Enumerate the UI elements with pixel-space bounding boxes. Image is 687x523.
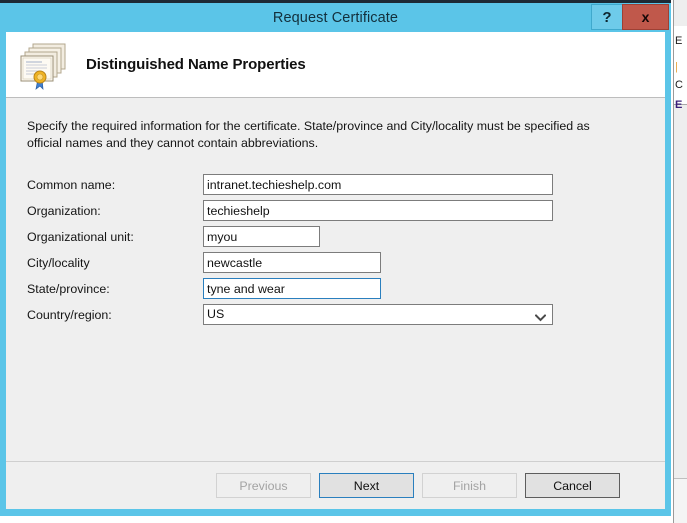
cancel-button[interactable]: Cancel xyxy=(525,473,620,498)
dialog-title: Request Certificate xyxy=(272,9,399,26)
dialog-header: Distinguished Name Properties xyxy=(6,32,665,98)
select-wrap-country-region: US xyxy=(203,304,553,325)
form-row-organization: Organization: xyxy=(27,200,665,221)
form-row-common-name: Common name: xyxy=(27,174,665,195)
dialog-titlebar[interactable]: Request Certificate ? x xyxy=(0,3,671,32)
city-locality-input[interactable] xyxy=(203,252,381,273)
form-row-country-region: Country/region: US xyxy=(27,304,665,325)
organizational-unit-input[interactable] xyxy=(203,226,320,247)
page-title: Distinguished Name Properties xyxy=(86,56,306,73)
certificate-form: Common name: Organization: Organizational … xyxy=(6,174,665,325)
form-row-city-locality: City/locality xyxy=(27,252,665,273)
form-row-state-province: State/province: xyxy=(27,278,665,299)
finish-button: Finish xyxy=(422,473,517,498)
help-icon[interactable]: ? xyxy=(591,4,622,30)
country-region-select[interactable]: US xyxy=(203,304,553,325)
background-glyph-3: C xyxy=(675,79,683,91)
background-glyph-4: E xyxy=(675,99,683,111)
dialog-body: Specify the required information for the… xyxy=(6,98,665,461)
certificate-stack-icon xyxy=(16,39,72,91)
label-city-locality: City/locality xyxy=(27,255,90,270)
close-icon[interactable]: x xyxy=(622,4,669,30)
state-province-input[interactable] xyxy=(203,278,381,299)
background-window-footer xyxy=(674,478,687,523)
background-glyph-1: E xyxy=(675,35,683,47)
label-common-name: Common name: xyxy=(27,177,116,192)
form-row-organizational-unit: Organizational unit: xyxy=(27,226,665,247)
common-name-input[interactable] xyxy=(203,174,553,195)
request-certificate-dialog: Request Certificate ? x Distinguished Na… xyxy=(0,0,671,516)
label-organizational-unit: Organizational unit: xyxy=(27,229,134,244)
label-country-region: Country/region: xyxy=(27,307,112,322)
label-state-province: State/province: xyxy=(27,281,110,296)
background-window-strip: E | C E xyxy=(673,0,687,523)
titlebar-button-group: ? x xyxy=(591,4,669,30)
instructions-text: Specify the required information for the… xyxy=(27,119,590,150)
organization-input[interactable] xyxy=(203,200,553,221)
previous-button: Previous xyxy=(216,473,311,498)
background-glyph-2: | xyxy=(675,61,678,73)
dialog-footer: Previous Next Finish Cancel xyxy=(6,461,665,509)
dialog-inner: Distinguished Name Properties Specify th… xyxy=(6,32,665,509)
label-organization: Organization: xyxy=(27,203,101,218)
next-button[interactable]: Next xyxy=(319,473,414,498)
